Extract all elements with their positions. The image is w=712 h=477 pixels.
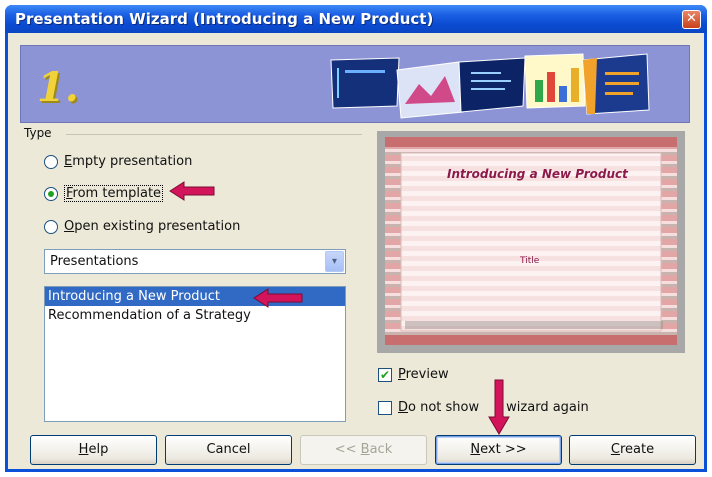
list-item[interactable]: Recommendation of a Strategy: [45, 306, 345, 325]
group-divider: [66, 134, 362, 135]
create-button[interactable]: Create: [569, 435, 696, 465]
do-not-show-checkbox[interactable]: [378, 400, 392, 415]
preview-checkbox-label: Preview: [398, 367, 449, 382]
next-button[interactable]: Next >>: [435, 435, 562, 465]
dialog-body: 1. Type Empty presentation From template…: [8, 33, 704, 469]
step-number: 1.: [37, 64, 79, 111]
preview-slide-graphic: [385, 137, 677, 345]
wizard-window: Presentation Wizard (Introducing a New P…: [5, 5, 707, 472]
back-button[interactable]: << Back: [300, 435, 427, 465]
radio-label: Open existing presentation: [64, 219, 241, 234]
do-not-show-checkbox-row[interactable]: Do not show s wizard again: [378, 400, 589, 415]
radio-button[interactable]: [44, 154, 58, 169]
preview-checkbox[interactable]: ✔: [378, 367, 392, 382]
radio-button-selected[interactable]: [44, 186, 58, 201]
chevron-down-icon[interactable]: ▾: [325, 251, 344, 272]
radio-button[interactable]: [44, 219, 58, 234]
dropdown-value: Presentations: [50, 254, 139, 269]
radio-empty-presentation[interactable]: Empty presentation: [44, 154, 192, 169]
wizard-banner: 1.: [20, 45, 690, 123]
annotation-arrow-icon: [253, 288, 303, 308]
close-icon[interactable]: ✕: [682, 10, 701, 29]
radio-label: From template: [64, 185, 164, 202]
preview-checkbox-row[interactable]: ✔ Preview: [378, 367, 449, 382]
title-bar[interactable]: Presentation Wizard (Introducing a New P…: [5, 5, 707, 33]
slide-preview: Introducing a New Product Title: [377, 131, 685, 353]
cancel-button[interactable]: Cancel: [165, 435, 292, 465]
annotation-arrow-icon: [169, 181, 215, 201]
window-title: Presentation Wizard (Introducing a New P…: [15, 10, 434, 28]
radio-open-existing[interactable]: Open existing presentation: [44, 219, 240, 234]
template-thumbnails-graphic: [330, 53, 650, 119]
preview-slide-title: Introducing a New Product: [447, 167, 628, 181]
category-dropdown[interactable]: Presentations ▾: [44, 249, 346, 274]
help-button[interactable]: Help: [30, 435, 157, 465]
radio-from-template[interactable]: From template: [44, 185, 164, 202]
radio-label: Empty presentation: [64, 154, 193, 169]
type-group-label: Type: [24, 126, 52, 140]
preview-slide-subtitle: Title: [520, 256, 540, 266]
annotation-arrow-icon: [488, 379, 510, 435]
